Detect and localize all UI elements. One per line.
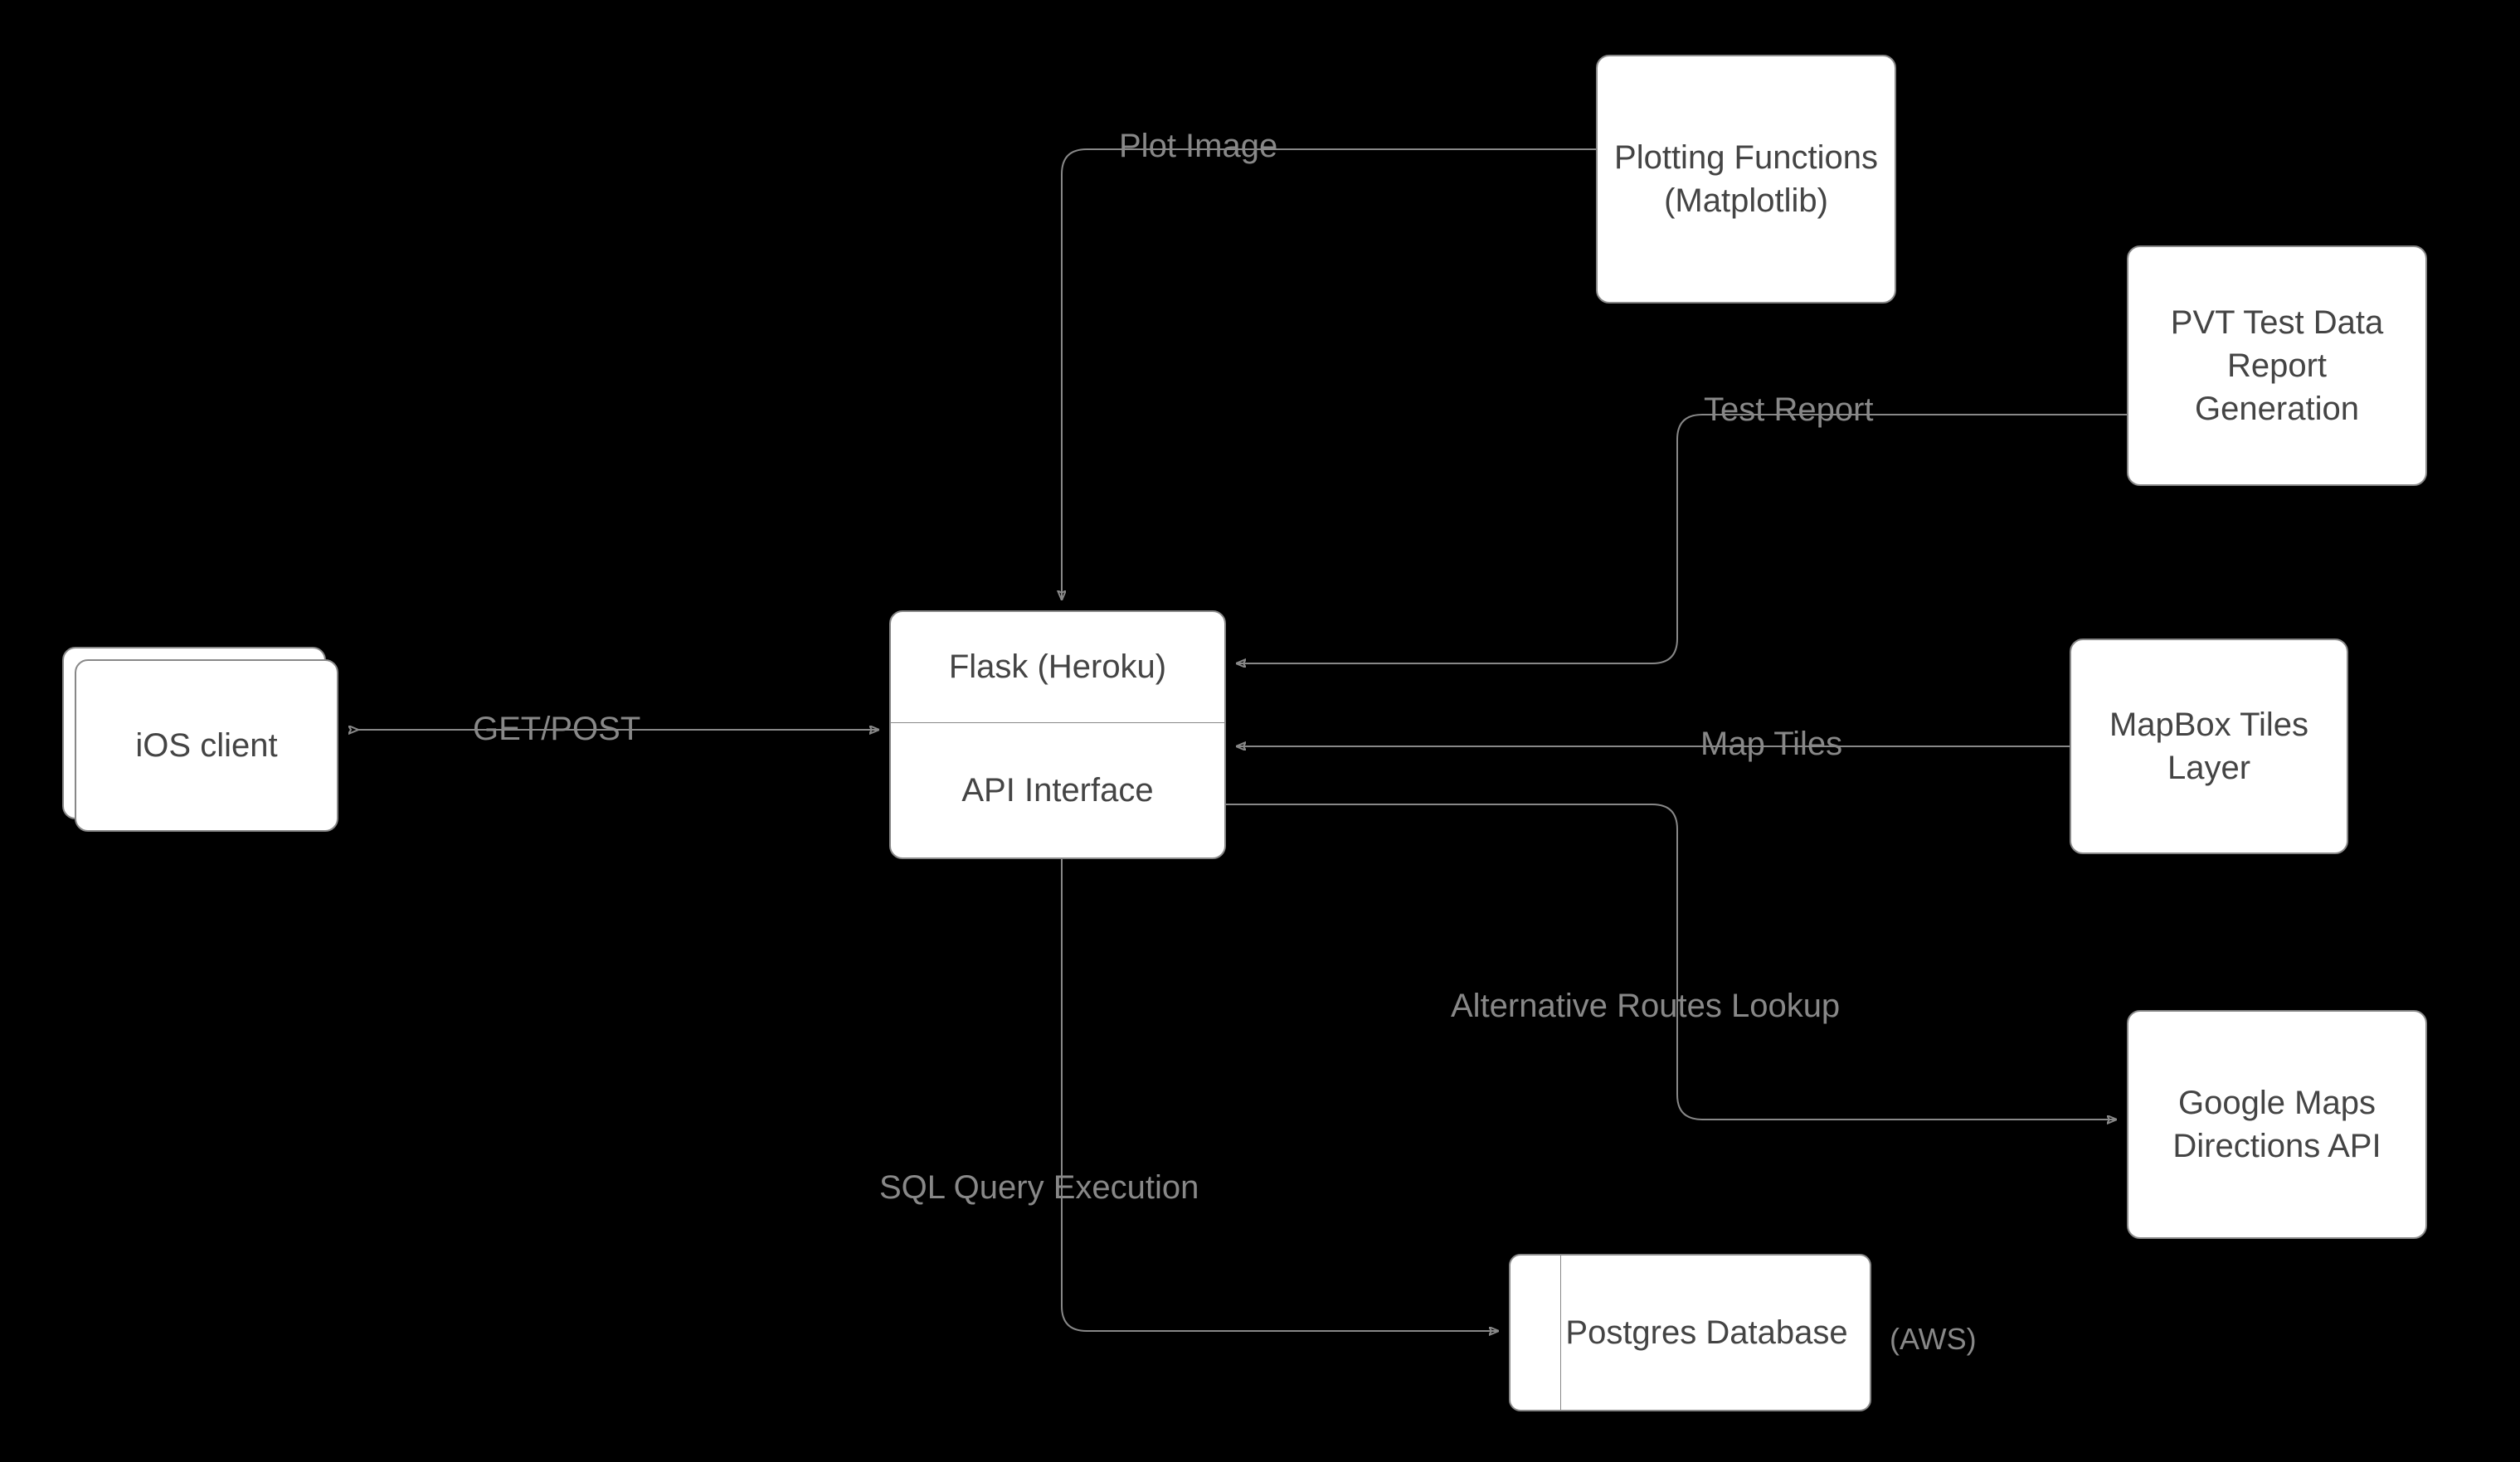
postgres-node: Postgres Database	[1509, 1254, 1871, 1411]
db-cylinder-line	[1560, 1256, 1561, 1410]
api-interface-section: API Interface	[891, 723, 1224, 857]
plotting-node: Plotting Functions (Matplotlib)	[1596, 55, 1896, 304]
edge-alt-routes	[1226, 804, 2115, 1120]
api-interface-label: API Interface	[961, 769, 1153, 812]
edge-test-report	[1238, 415, 2127, 663]
google-maps-node: Google Maps Directions API	[2127, 1010, 2427, 1239]
flask-heroku-label: Flask (Heroku)	[949, 645, 1166, 688]
flask-heroku-section: Flask (Heroku)	[891, 612, 1224, 722]
test-report-edge-label: Test Report	[1695, 391, 1882, 429]
get-post-edge-label: GET/POST	[465, 711, 649, 748]
map-tiles-edge-label: Map Tiles	[1692, 726, 1851, 763]
edge-plot-image	[1062, 149, 1596, 599]
mapbox-label: MapBox Tiles Layer	[2088, 703, 2330, 789]
mapbox-node: MapBox Tiles Layer	[2070, 639, 2348, 854]
edge-sql-query	[1062, 859, 1497, 1331]
pvt-report-label: PVT Test Data Report Generation	[2145, 301, 2409, 430]
plotting-label: Plotting Functions (Matplotlib)	[1614, 136, 1878, 222]
postgres-label: Postgres Database	[1565, 1314, 1847, 1351]
sql-query-edge-label: SQL Query Execution	[871, 1169, 1207, 1207]
architecture-diagram: iOS client Flask (Heroku) API Interface …	[0, 0, 2520, 1462]
flask-api-node: Flask (Heroku) API Interface	[889, 610, 1226, 859]
alt-routes-edge-label: Alternative Routes Lookup	[1442, 988, 1848, 1025]
ios-client-node: iOS client	[75, 659, 338, 832]
aws-annotation: (AWS)	[1890, 1322, 1977, 1357]
pvt-report-node: PVT Test Data Report Generation	[2127, 245, 2427, 486]
ios-client-label: iOS client	[135, 724, 277, 767]
plot-image-edge-label: Plot Image	[1111, 128, 1286, 165]
google-maps-label: Google Maps Directions API	[2145, 1081, 2409, 1168]
